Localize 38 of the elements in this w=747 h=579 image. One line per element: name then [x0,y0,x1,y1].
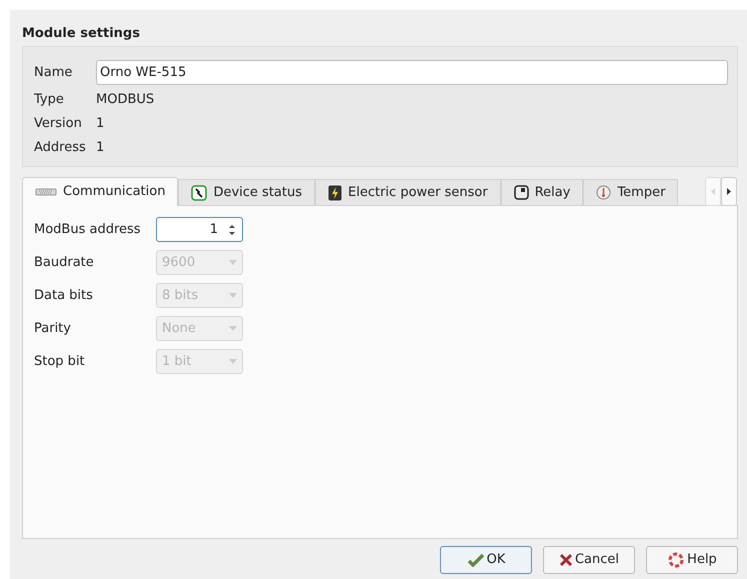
field-label: Stop bit [34,352,86,371]
info-label: Type [34,90,65,109]
dialog-button[interactable]: Help [646,546,738,574]
tab[interactable]: Electric power sensor [315,179,501,206]
lifebuoy-icon [667,551,686,569]
name-field[interactable]: Orno WE-515 [96,60,728,85]
cross-icon [558,553,573,567]
relay-icon [514,185,529,200]
right-arrow-icon [727,188,731,195]
field-label: Parity [34,320,72,338]
info-value: 1 [96,138,104,157]
window-title: Module settings [22,25,141,43]
caret-icon [229,293,237,298]
left-arrow-icon [711,188,715,195]
caret-icon [229,359,237,364]
checkmark-icon [466,553,485,567]
info-value: MODBUS [96,90,154,109]
dialog-button[interactable]: Cancel [543,546,635,574]
tab[interactable]: Temper [583,179,678,206]
field-label: Baudrate [34,254,95,272]
caret-icon [229,260,237,265]
name-label: Name [34,64,74,82]
info-value: 1 [96,114,104,133]
info-label: Version [34,114,83,133]
tab[interactable]: Relay [500,179,584,206]
port-icon [35,188,57,196]
tab[interactable]: Communication [22,177,178,206]
caret-icon [229,326,237,331]
field-label: Data bits [34,286,94,305]
tab[interactable]: Device status [178,179,316,206]
address-spinbox[interactable]: 1 [156,217,243,242]
spinbox-value: 1 [208,220,219,239]
dialog-button[interactable]: OK [440,546,532,574]
thermometer-icon [596,185,612,200]
info-label: Address [34,138,87,157]
field-label: ModBus address [34,220,142,239]
lightning-icon [328,184,342,200]
scroll-right-button[interactable] [721,177,737,206]
